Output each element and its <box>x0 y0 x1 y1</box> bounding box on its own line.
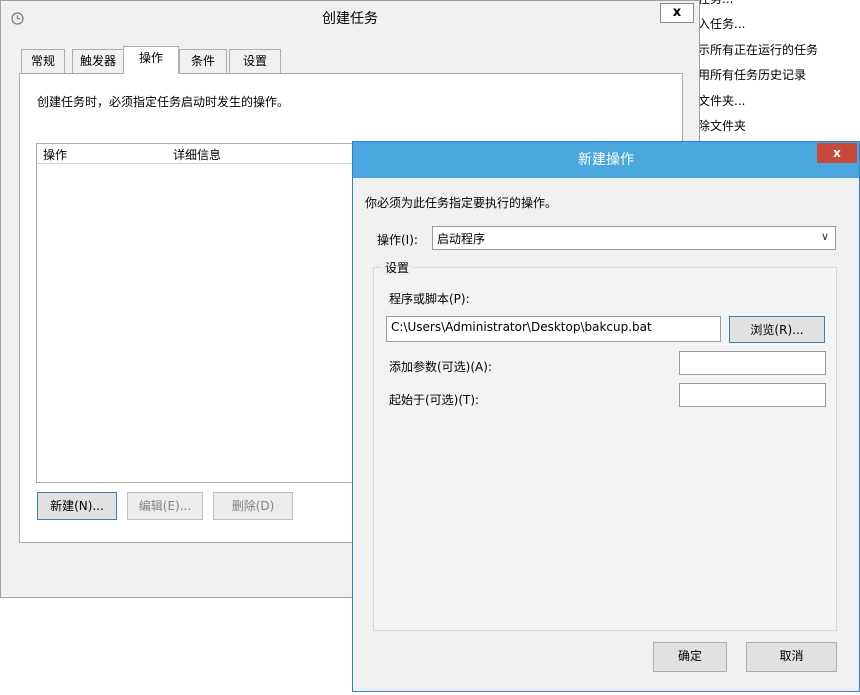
action-select-value: 启动程序 <box>437 232 486 246</box>
action-label: 操作(I): <box>377 233 418 247</box>
tab-settings[interactable]: 设置 <box>229 49 281 73</box>
tab-triggers[interactable]: 触发器 <box>72 49 124 73</box>
cancel-button[interactable]: 取消 <box>746 642 837 672</box>
close-icon[interactable]: x <box>817 143 857 163</box>
start-in-label: 起始于(可选)(T): <box>389 393 480 407</box>
chevron-down-icon[interactable]: ∨ <box>821 230 829 243</box>
program-input[interactable]: C:\Users\Administrator\Desktop\bakcup.ba… <box>386 316 721 342</box>
menu-item-create-task[interactable]: 任务... <box>698 0 733 9</box>
new-action-button[interactable]: 新建(N)... <box>37 492 117 520</box>
args-label: 添加参数(可选)(A): <box>389 360 492 374</box>
action-select[interactable]: 启动程序 ∨ <box>432 226 836 250</box>
column-header-action[interactable]: 操作 <box>43 146 67 163</box>
args-input[interactable] <box>679 351 826 375</box>
browse-button[interactable]: 浏览(R)... <box>729 316 825 343</box>
start-in-input[interactable] <box>679 383 826 407</box>
new-action-title: 新建操作 <box>578 152 634 168</box>
delete-action-button[interactable]: 删除(D) <box>213 492 293 520</box>
new-action-titlebar[interactable]: 新建操作 x <box>353 142 859 178</box>
menu-item-import-task[interactable]: 入任务... <box>698 14 745 34</box>
create-task-description: 创建任务时，必须指定任务启动时发生的操作。 <box>37 95 290 109</box>
settings-group-label: 设置 <box>381 259 414 276</box>
create-task-title: 创建任务 <box>322 11 378 27</box>
new-action-dialog: 新建操作 x 你必须为此任务指定要执行的操作。 操作(I): 启动程序 ∨ 设置… <box>352 141 860 692</box>
action-list[interactable]: 操作 详细信息 <box>36 143 376 483</box>
create-task-titlebar[interactable]: 创建任务 x <box>1 1 699 37</box>
tab-conditions[interactable]: 条件 <box>179 49 227 73</box>
program-label: 程序或脚本(P): <box>389 292 470 306</box>
edit-action-button[interactable]: 编辑(E)... <box>127 492 203 520</box>
menu-item-enable-history[interactable]: 用所有任务历史记录 <box>698 65 806 85</box>
menu-item-new-folder[interactable]: 文件夹... <box>698 91 745 111</box>
column-header-details[interactable]: 详细信息 <box>173 146 221 163</box>
tab-general[interactable]: 常规 <box>21 49 65 73</box>
close-icon[interactable]: x <box>660 3 694 23</box>
menu-item-show-running-tasks[interactable]: 示所有正在运行的任务 <box>698 40 818 60</box>
ok-button[interactable]: 确定 <box>653 642 727 672</box>
tab-actions[interactable]: 操作 <box>123 46 179 74</box>
new-action-description: 你必须为此任务指定要执行的操作。 <box>365 196 558 210</box>
list-header: 操作 详细信息 <box>37 144 375 164</box>
menu-item-delete-folder[interactable]: 除文件夹 <box>698 116 746 136</box>
